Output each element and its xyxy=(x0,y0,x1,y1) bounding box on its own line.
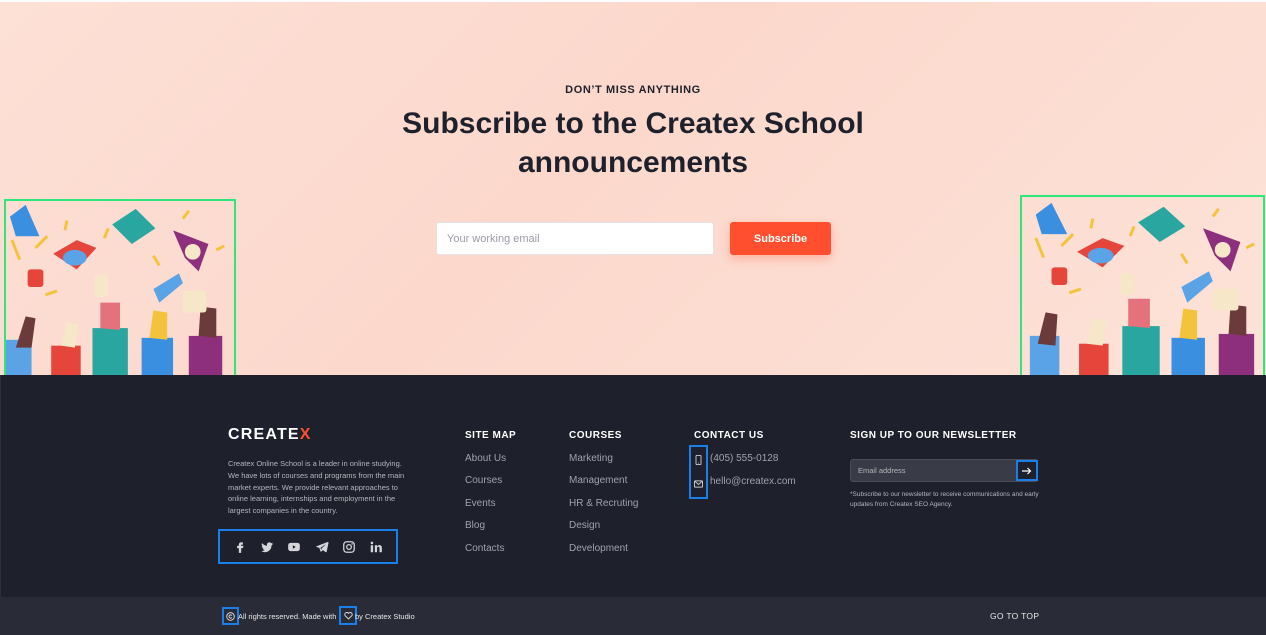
createx-logo[interactable]: CREATEX xyxy=(228,426,312,444)
course-link-design[interactable]: Design xyxy=(569,520,600,531)
site-map-link-contacts[interactable]: Contacts xyxy=(465,543,504,554)
subscribe-eyebrow: DON’T MISS ANYTHING xyxy=(565,84,701,96)
subscribe-button[interactable]: Subscribe xyxy=(730,222,831,255)
logo-accent: X xyxy=(299,426,312,443)
copyright-text: All rights reserved. Made with xyxy=(238,612,337,621)
courses-title: COURSES xyxy=(569,430,622,441)
linkedin-icon[interactable] xyxy=(369,540,383,554)
course-link-development[interactable]: Development xyxy=(569,543,628,554)
contact-phone[interactable]: (405) 555-0128 xyxy=(710,453,778,464)
course-link-marketing[interactable]: Marketing xyxy=(569,453,613,464)
footer-bottom-bar xyxy=(0,597,1266,635)
go-to-top-link[interactable]: GO TO TOP xyxy=(990,611,1039,621)
site-map-title: SITE MAP xyxy=(465,430,517,441)
newsletter-note: *Subscribe to our newsletter to receive … xyxy=(850,491,1039,508)
youtube-icon[interactable] xyxy=(287,540,301,554)
footer xyxy=(0,375,1266,597)
site-map-link-courses[interactable]: Courses xyxy=(465,475,502,486)
newsletter-placeholder: Email address xyxy=(858,466,906,475)
social-links xyxy=(218,529,398,564)
arrow-right-icon xyxy=(1022,467,1032,474)
graduation-illustration-right xyxy=(1020,195,1265,377)
contact-title: CONTACT US xyxy=(694,430,764,441)
contact-email[interactable]: hello@createx.com xyxy=(710,476,796,487)
course-link-hr[interactable]: HR & Recruting xyxy=(569,498,638,509)
phone-icon xyxy=(695,455,702,465)
site-map-link-events[interactable]: Events xyxy=(465,498,496,509)
footer-about-text: Createx Online School is a leader in onl… xyxy=(228,459,405,516)
course-link-management[interactable]: Management xyxy=(569,475,627,486)
mail-icon xyxy=(694,480,703,488)
twitter-icon[interactable] xyxy=(260,540,274,554)
contact-icons xyxy=(689,445,708,499)
subscribe-title: Subscribe to the Createx School announce… xyxy=(402,107,864,179)
studio-credit: by Createx Studio xyxy=(355,612,415,621)
logo-text: CREATE xyxy=(228,426,300,443)
subscribe-email-input[interactable] xyxy=(436,222,714,255)
telegram-icon[interactable] xyxy=(315,540,329,554)
site-map-link-about[interactable]: About Us xyxy=(465,453,506,464)
copyright-icon xyxy=(222,607,239,625)
site-map-link-blog[interactable]: Blog xyxy=(465,520,485,531)
newsletter-title: SIGN UP TO OUR NEWSLETTER xyxy=(850,430,1017,441)
graduation-illustration-left xyxy=(4,199,236,377)
newsletter-submit-button[interactable] xyxy=(1016,460,1038,481)
instagram-icon[interactable] xyxy=(342,540,356,554)
facebook-icon[interactable] xyxy=(233,540,247,554)
